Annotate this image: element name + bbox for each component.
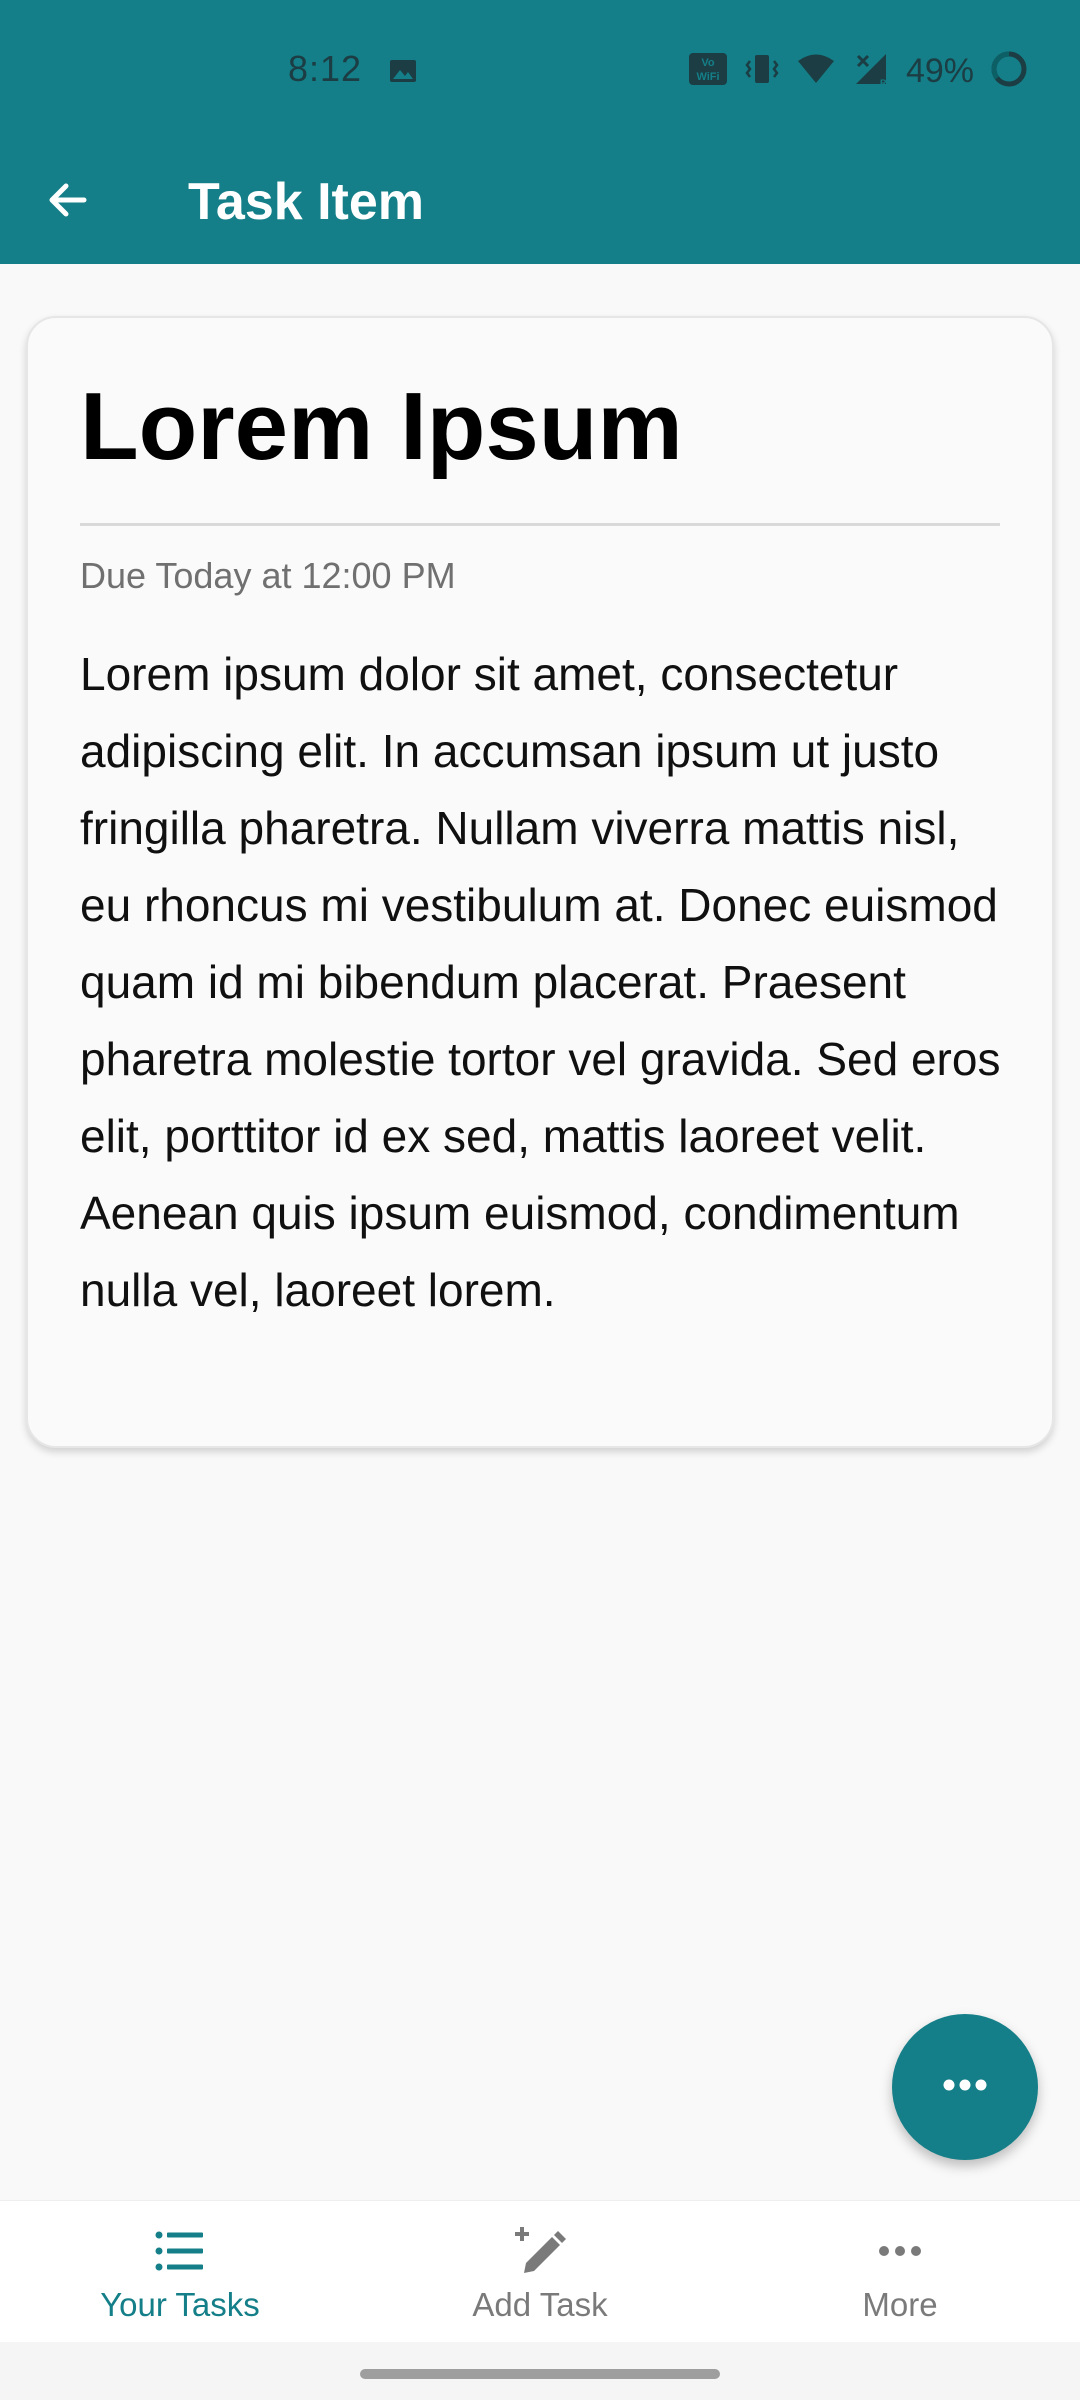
wifi-icon (796, 52, 836, 91)
nav-item-your-tasks[interactable]: Your Tasks (0, 2201, 360, 2343)
more-horizontal-icon (941, 2077, 989, 2098)
status-bar: 8:12 Vo WiFi R 49% (0, 0, 1080, 140)
svg-text:WiFi: WiFi (696, 71, 719, 83)
battery-percent: 49% (905, 51, 974, 90)
nav-label-your-tasks: Your Tasks (100, 2286, 260, 2323)
back-button[interactable] (28, 162, 108, 242)
status-time: 8:12 (288, 48, 363, 89)
gesture-bar[interactable] (360, 2369, 720, 2379)
task-title: Lorem Ipsum (80, 373, 683, 480)
nav-item-add-task[interactable]: Add Task (360, 2201, 720, 2343)
signal-icon: R (852, 50, 890, 93)
battery-ring-icon (990, 50, 1028, 93)
list-icon (152, 2223, 208, 2279)
more-horizontal-icon (872, 2223, 928, 2279)
task-due-date: Due Today at 12:00 PM (80, 555, 456, 596)
nav-label-more: More (862, 2286, 938, 2323)
bottom-navigation: Your Tasks Add Task More (0, 2200, 1080, 2343)
wifi-calling-icon: Vo WiFi (688, 52, 728, 91)
edit-plus-icon (512, 2223, 568, 2279)
image-icon (388, 56, 418, 86)
app-header: 8:12 Vo WiFi R 49% Task Item (0, 0, 1080, 264)
nav-item-more[interactable]: More (720, 2201, 1080, 2343)
vibrate-icon (744, 51, 780, 92)
arrow-back-icon (44, 176, 92, 229)
nav-label-add-task: Add Task (472, 2286, 608, 2323)
svg-text:R: R (880, 78, 887, 88)
task-card: Lorem Ipsum Due Today at 12:00 PM Lorem … (26, 316, 1054, 1448)
task-description: Lorem ipsum dolor sit amet, consectetur … (80, 648, 1001, 1316)
gesture-area (0, 2342, 1080, 2400)
svg-text:Vo: Vo (701, 57, 715, 69)
app-bar: Task Item (0, 140, 1080, 264)
more-actions-fab[interactable] (892, 2014, 1038, 2160)
page-title: Task Item (188, 173, 425, 231)
status-icons: Vo WiFi R 49% (688, 50, 1028, 92)
divider (80, 523, 1000, 526)
